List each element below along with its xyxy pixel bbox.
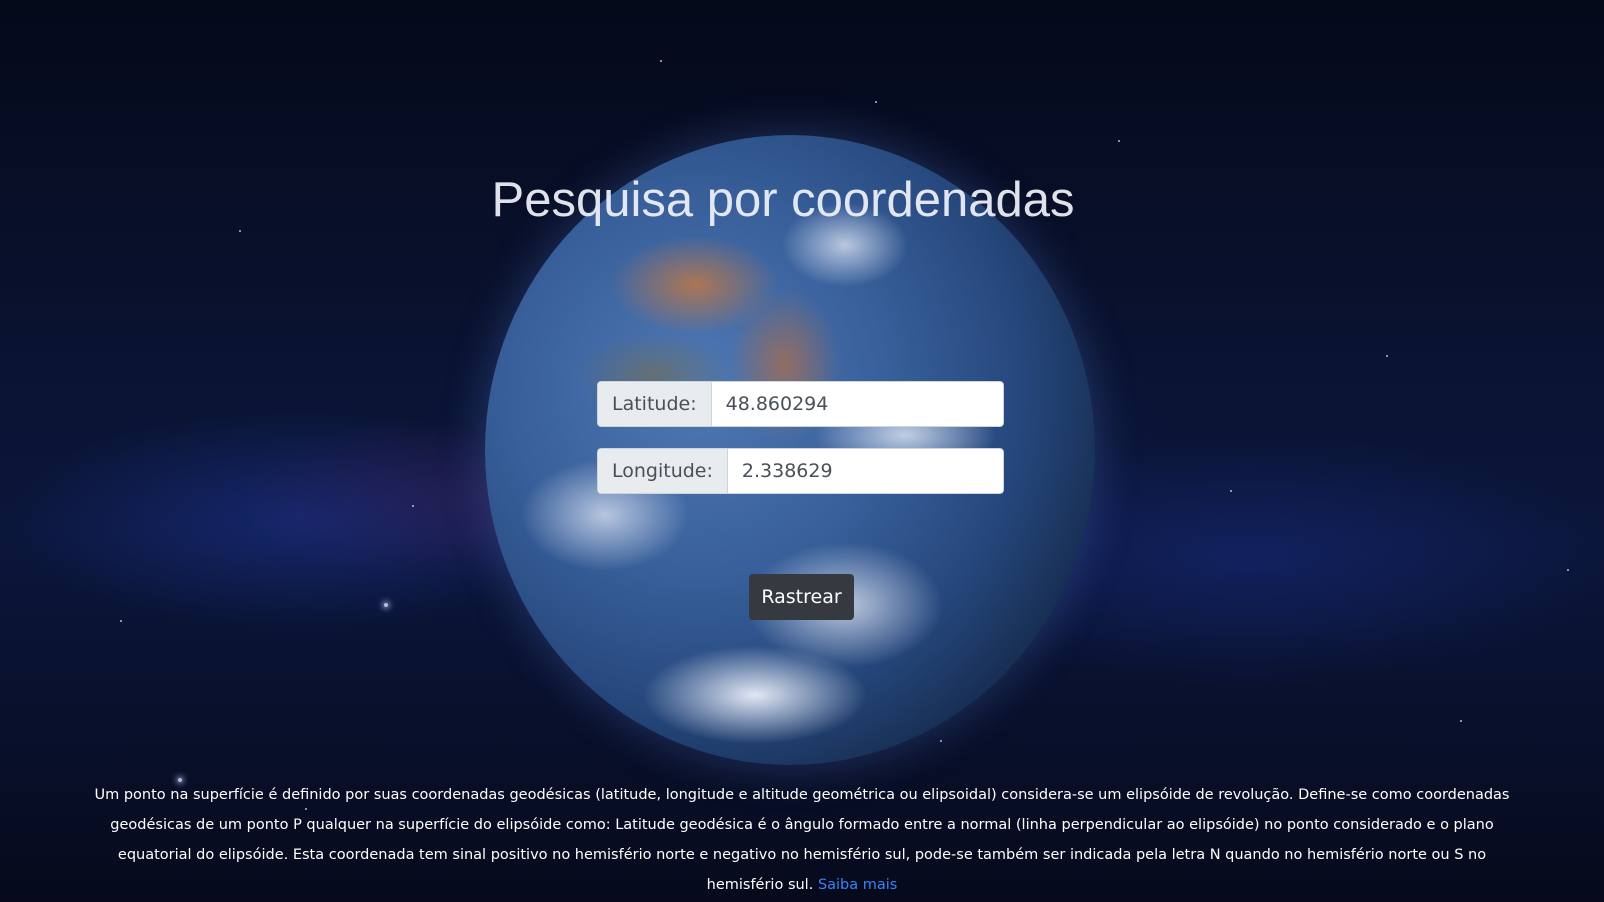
learn-more-link[interactable]: Saiba mais <box>818 877 897 893</box>
star <box>1118 140 1120 142</box>
longitude-input-group: Longitude: <box>597 448 1004 494</box>
page-title: Pesquisa por coordenadas <box>491 173 1075 227</box>
star <box>1567 569 1569 571</box>
star <box>120 620 122 622</box>
track-button[interactable]: Rastrear <box>749 574 854 620</box>
description-text: Um ponto na superfície é definido por su… <box>94 787 1510 893</box>
star <box>1386 355 1388 357</box>
star <box>660 60 662 62</box>
latitude-input[interactable] <box>711 381 1004 427</box>
star <box>875 101 877 103</box>
star <box>239 230 241 232</box>
latitude-input-group: Latitude: <box>597 381 1004 427</box>
star <box>940 740 942 742</box>
star <box>412 505 414 507</box>
star <box>1230 490 1232 492</box>
longitude-input[interactable] <box>727 448 1004 494</box>
longitude-label: Longitude: <box>597 448 728 494</box>
star <box>1460 720 1462 722</box>
latitude-label: Latitude: <box>597 381 712 427</box>
star <box>384 603 388 607</box>
coordinates-description: Um ponto na superfície é definido por su… <box>78 780 1526 900</box>
